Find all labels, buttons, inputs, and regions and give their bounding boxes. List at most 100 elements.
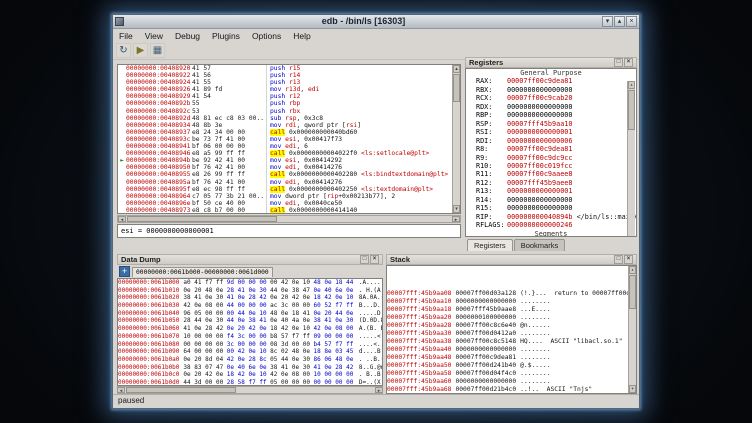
hex-row[interactable]: 00000000:0061b02038 41 0e 30 41 0e 28 42… — [118, 294, 382, 302]
asm-row[interactable]: 00000000:0040892c53push rbx — [118, 108, 452, 115]
register-row[interactable]: R10:00007ff00c019fcc — [466, 162, 636, 170]
stack-vertical-scrollbar[interactable]: ▴ ▾ — [628, 266, 636, 393]
register-row[interactable]: R15:0000000000000000 — [466, 204, 636, 212]
register-row[interactable]: RBX:0000000000000000 — [466, 86, 636, 94]
scroll-down-icon[interactable]: ▾ — [629, 385, 636, 393]
register-row[interactable]: R11:00007ff00c9aaee8 — [466, 170, 636, 178]
stack-row[interactable]: 00007fff:45b9aa0800007ff00d03a128(!.}...… — [387, 290, 636, 298]
scroll-left-icon[interactable]: ◂ — [118, 216, 126, 222]
scroll-down-icon[interactable]: ▾ — [453, 205, 460, 213]
asm-row[interactable]: 00000000:00408973e8 c8 b7 00 00call 0x00… — [118, 207, 452, 213]
disassembly-vertical-scrollbar[interactable]: ▴ ▾ — [452, 65, 460, 213]
hex-row[interactable]: 00000000:0061b03042 0e 08 00 44 00 00 00… — [118, 302, 382, 310]
scroll-up-icon[interactable]: ▴ — [628, 81, 635, 89]
asm-row[interactable]: 00000000:0040893448 8b 3emov rdi, qword … — [118, 122, 452, 129]
tab-registers[interactable]: Registers — [467, 239, 513, 251]
register-row[interactable]: RBP:0000000000000000 — [466, 111, 636, 119]
asm-row[interactable]: 00000000:00408941bf 06 00 00 00mov edi, … — [118, 143, 452, 150]
asm-row[interactable]: 00000000:0040896ebf 50 ce 40 00mov edi, … — [118, 200, 452, 207]
asm-row[interactable]: 00000000:0040895fe8 ec 98 ff ffcall 0x00… — [118, 186, 452, 193]
hex-row[interactable]: 00000000:0061b07010 00 00 00 f4 3c 00 00… — [118, 333, 382, 341]
menu-item-plugins[interactable]: Plugins — [206, 30, 246, 42]
asm-row[interactable]: ►00000000:0040894bbe 92 42 41 00mov esi,… — [118, 157, 452, 164]
hex-row[interactable]: 00000000:0061b0b038 83 07 47 0e 40 6e 0e… — [118, 364, 382, 372]
stack-row[interactable]: 00007fff:45b9aa1800007fff45b9aae8...E...… — [387, 306, 636, 314]
stack-row[interactable]: 00007fff:45b9aa3000007ff00d0412a0.......… — [387, 330, 636, 338]
hex-row[interactable]: 00000000:0061b06041 0e 28 42 0e 20 42 0e… — [118, 325, 382, 333]
registers-dock-title[interactable]: Registers □ × — [465, 57, 637, 68]
scroll-right-icon[interactable]: ▸ — [452, 216, 460, 222]
hex-row[interactable]: 00000000:0061b05028 44 0e 30 44 0e 38 41… — [118, 317, 382, 325]
menu-item-view[interactable]: View — [139, 30, 169, 42]
data-dump-region-tab[interactable]: 00000000:0061b000-00000000:0061d000 — [132, 267, 273, 277]
dock-float-icon[interactable]: □ — [614, 255, 623, 264]
register-row[interactable]: R9:00007ff00c9dc9cc — [466, 154, 636, 162]
dock-close-icon[interactable]: × — [624, 255, 633, 264]
close-button[interactable]: × — [626, 16, 637, 27]
restart-button[interactable]: ↻ — [116, 43, 131, 58]
asm-row[interactable]: 00000000:0040892b55push rbp — [118, 100, 452, 107]
new-dump-tab-button[interactable]: + — [119, 266, 130, 277]
title-bar[interactable]: edb - /bin/ls [16303] ▾ ▴ × — [113, 15, 639, 29]
dock-float-icon[interactable]: □ — [614, 58, 623, 67]
registers-vertical-scrollbar[interactable]: ▴ ▾ — [627, 81, 635, 237]
asm-row[interactable]: 00000000:0040895abf 76 42 41 00mov edi, … — [118, 179, 452, 186]
hex-row[interactable]: 00000000:0061b0100e 20 48 0e 28 41 0e 30… — [118, 287, 382, 295]
asm-row[interactable]: 00000000:0040892d48 81 ec c8 03 00..sub … — [118, 115, 452, 122]
scroll-left-icon[interactable]: ◂ — [117, 387, 125, 393]
asm-row[interactable]: 00000000:0040892641 89 fdmov r13d, edi — [118, 86, 452, 93]
register-row[interactable]: RCX:00007ff00c9cab20 — [466, 94, 636, 102]
register-row[interactable]: R13:0000000000000001 — [466, 187, 636, 195]
stack-row[interactable]: 00007fff:45b9aa3800007ff00c8c5148HQ.... … — [387, 338, 636, 346]
data-dump-hscrollbar-thumb[interactable] — [126, 387, 236, 393]
register-row[interactable]: RDX:0000000000000000 — [466, 103, 636, 111]
register-row[interactable]: RAX:00007ff00c9dea81 — [466, 77, 636, 85]
stack-dock-title[interactable]: Stack □ × — [386, 254, 637, 265]
dock-close-icon[interactable]: × — [624, 58, 633, 67]
asm-row[interactable]: 00000000:0040893cbe 73 7f 41 00mov esi, … — [118, 136, 452, 143]
disassembly-hscrollbar-thumb[interactable] — [127, 216, 277, 222]
asm-row[interactable]: 00000000:0040892241 56push r14 — [118, 72, 452, 79]
register-row[interactable]: RSP:00007fff45b9aa10 — [466, 120, 636, 128]
stack-row[interactable]: 00007fff:45b9aa5800007ff00d04f4c0.......… — [387, 370, 636, 378]
asm-row[interactable]: 00000000:00408946e8 a5 99 ff ffcall 0x00… — [118, 150, 452, 157]
run-button[interactable]: ▶ — [133, 43, 148, 58]
tab-bookmarks[interactable]: Bookmarks — [514, 239, 566, 251]
asm-row[interactable]: 00000000:0040892941 54push r12 — [118, 93, 452, 100]
hex-row[interactable]: 00000000:0061b08000 00 00 00 3c 00 00 00… — [118, 341, 382, 349]
asm-row[interactable]: 00000000:00408950bf 76 42 41 00mov edi, … — [118, 164, 452, 171]
stack-row[interactable]: 00007fff:45b9aa6800007ff00d21b4c0..!.. A… — [387, 386, 636, 394]
scroll-up-icon[interactable]: ▴ — [629, 266, 636, 274]
memory-regions-button[interactable]: ▦ — [150, 43, 165, 58]
dock-close-icon[interactable]: × — [370, 255, 379, 264]
asm-row[interactable]: 00000000:00408964c7 05 77 3b 21 00..mov … — [118, 193, 452, 200]
disassembly-scrollbar-thumb[interactable] — [453, 74, 460, 102]
hex-row[interactable]: 00000000:0061b04096 05 00 00 00 44 0e 10… — [118, 310, 382, 318]
register-row[interactable]: R12:00007fff45b9aee8 — [466, 179, 636, 187]
menu-item-help[interactable]: Help — [287, 30, 316, 42]
stack-row[interactable]: 00007fff:45b9aa5000007ff00d241b40@.$....… — [387, 362, 636, 370]
stack-row[interactable]: 00007fff:45b9aa2800007ff00c8c6e40@n.....… — [387, 322, 636, 330]
maximize-button[interactable]: ▴ — [614, 16, 625, 27]
menu-item-file[interactable]: File — [113, 30, 139, 42]
stack-row[interactable]: 00007fff:45b9aa4800007ff00c9dea81.......… — [387, 354, 636, 362]
register-row[interactable]: RSI:0000000000000001 — [466, 128, 636, 136]
stack-row[interactable]: 00007fff:45b9aa100000000000000000.......… — [387, 298, 636, 306]
menu-item-options[interactable]: Options — [246, 30, 287, 42]
data-dump-horizontal-scrollbar[interactable]: ◂ ▸ — [117, 386, 383, 394]
asm-row[interactable]: 00000000:0040892441 55push r13 — [118, 79, 452, 86]
hex-row[interactable]: 00000000:0061b0c00e 20 42 0e 18 42 0e 10… — [118, 371, 382, 379]
register-row[interactable]: RIP:000000000040894b </bin/ls::main+2b> — [466, 213, 636, 221]
register-row[interactable]: RDI:0000000000000006 — [466, 137, 636, 145]
asm-row[interactable]: 00000000:00408955e8 26 99 ff ffcall 0x00… — [118, 171, 452, 178]
dock-float-icon[interactable]: □ — [360, 255, 369, 264]
menu-item-debug[interactable]: Debug — [169, 30, 206, 42]
registers-scrollbar-thumb[interactable] — [628, 90, 635, 130]
register-row[interactable]: R8:00007ff00c9dea81 — [466, 145, 636, 153]
hex-row[interactable]: 00000000:0061b000a0 41 f7 ff 9d 00 00 00… — [118, 279, 382, 287]
hex-row[interactable]: 00000000:0061b0d044 3d 00 00 28 58 f7 ff… — [118, 379, 382, 386]
stack-row[interactable]: 00007fff:45b9aa600000000000000000.......… — [387, 378, 636, 386]
scroll-up-icon[interactable]: ▴ — [453, 65, 460, 73]
asm-row[interactable]: 00000000:00408937e8 24 34 00 00call 0x00… — [118, 129, 452, 136]
asm-row[interactable]: 00000000:0040892041 57push r15 — [118, 65, 452, 72]
